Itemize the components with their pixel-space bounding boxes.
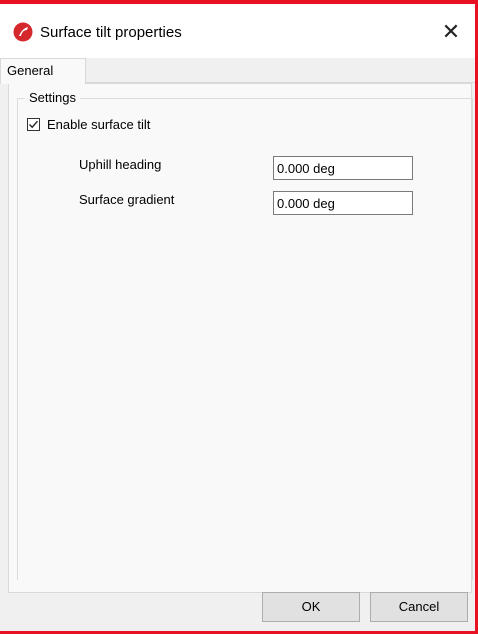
surface-gradient-label: Surface gradient [79,192,175,207]
uphill-heading-input[interactable] [273,156,413,180]
ok-button[interactable]: OK [262,592,360,622]
tab-general[interactable]: General [0,58,86,84]
close-button[interactable]: ✕ [435,18,467,46]
title-bar[interactable]: Surface tilt properties ✕ [0,4,475,58]
tab-label: General [7,63,54,78]
checkmark-icon [29,120,39,129]
cancel-button[interactable]: Cancel [370,592,468,622]
enable-surface-tilt-checkbox[interactable] [27,118,40,131]
enable-surface-tilt-label[interactable]: Enable surface tilt [47,117,150,132]
dialog-client-area: General Settings Enable surface tilt Uph… [0,58,475,631]
tab-panel-general: Settings Enable surface tilt Uphill head… [8,83,473,593]
settings-group-label: Settings [25,90,80,105]
app-logo-icon [13,22,33,42]
close-icon: ✕ [441,19,461,44]
surface-gradient-input[interactable] [273,191,413,215]
window-title: Surface tilt properties [40,24,182,41]
uphill-heading-label: Uphill heading [79,157,162,172]
